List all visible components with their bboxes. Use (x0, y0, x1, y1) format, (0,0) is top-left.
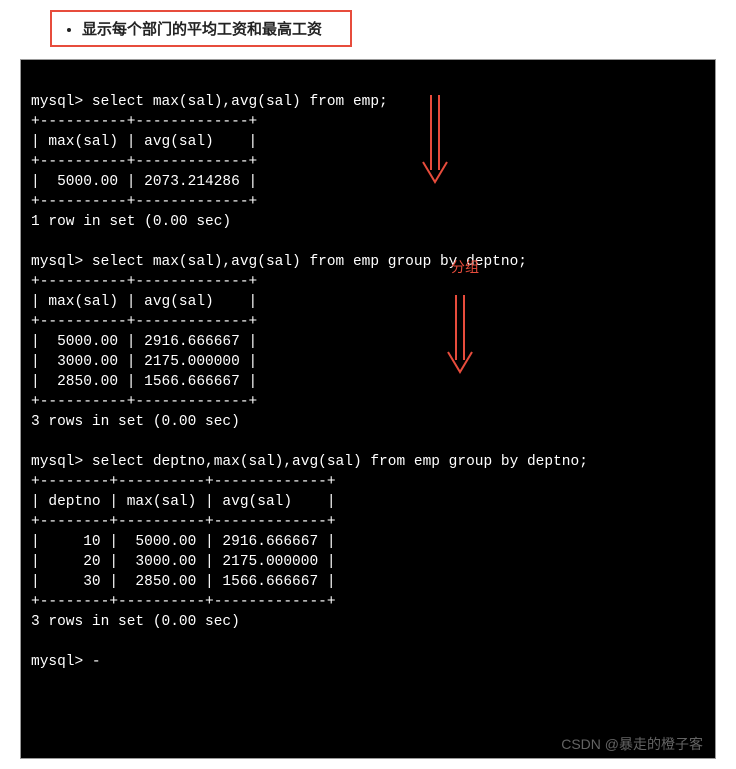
q1-prompt: mysql> select max(sal),avg(sal) from emp… (31, 94, 388, 110)
q3-sep3: +--------+----------+-------------+ (31, 594, 336, 610)
q2-header: | max(sal) | avg(sal) | (31, 294, 257, 310)
q1-sep: +----------+-------------+ (31, 114, 257, 130)
q1-row1: | 5000.00 | 2073.214286 | (31, 174, 257, 190)
q2-sep3: +----------+-------------+ (31, 394, 257, 410)
title-callout: 显示每个部门的平均工资和最高工资 (50, 10, 352, 47)
q3-header: | deptno | max(sal) | avg(sal) | (31, 494, 336, 510)
title-text: 显示每个部门的平均工资和最高工资 (82, 18, 322, 39)
q3-row1: | 10 | 5000.00 | 2916.666667 | (31, 534, 336, 550)
q3-footer: 3 rows in set (0.00 sec) (31, 614, 240, 630)
q1-footer: 1 row in set (0.00 sec) (31, 214, 231, 230)
q2-footer: 3 rows in set (0.00 sec) (31, 414, 240, 430)
q2-row3: | 2850.00 | 1566.666667 | (31, 374, 257, 390)
q3-row2: | 20 | 3000.00 | 2175.000000 | (31, 554, 336, 570)
annotation-group: 分组 (451, 258, 479, 277)
q2-row2: | 3000.00 | 2175.000000 | (31, 354, 257, 370)
q3-sep2: +--------+----------+-------------+ (31, 514, 336, 530)
q2-sep2: +----------+-------------+ (31, 314, 257, 330)
q2-sep: +----------+-------------+ (31, 274, 257, 290)
q3-prompt: mysql> select deptno,max(sal),avg(sal) f… (31, 454, 588, 470)
q3-row3: | 30 | 2850.00 | 1566.666667 | (31, 574, 336, 590)
q3-sep: +--------+----------+-------------+ (31, 474, 336, 490)
arrow-down-icon (446, 290, 476, 380)
watermark-text: CSDN @暴走的橙子客 (561, 735, 703, 754)
q1-sep2: +----------+-------------+ (31, 154, 257, 170)
q2-row1: | 5000.00 | 2916.666667 | (31, 334, 257, 350)
q1-sep3: +----------+-------------+ (31, 194, 257, 210)
arrow-down-icon (421, 90, 451, 190)
q1-header: | max(sal) | avg(sal) | (31, 134, 257, 150)
terminal-output: mysql> select max(sal),avg(sal) from emp… (20, 59, 716, 759)
final-prompt: mysql> - (31, 654, 101, 670)
